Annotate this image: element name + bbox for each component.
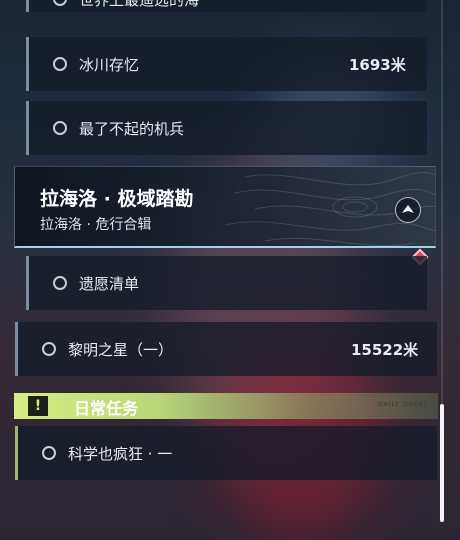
quest-status-circle-icon: [53, 121, 67, 135]
section-tag: DAILY QUEST: [378, 401, 428, 408]
quest-distance: 15522米: [351, 341, 419, 359]
quest-name: 黎明之星（一）: [68, 340, 174, 359]
quest-item[interactable]: 最了不起的机兵: [26, 101, 427, 155]
quest-status-circle-icon: [42, 446, 56, 460]
quest-item[interactable]: 世界上最遥远的海: [26, 0, 427, 12]
quest-distance: 1693米: [349, 56, 406, 74]
active-quest-card[interactable]: 拉海洛 · 极域踏勘 拉海洛 · 危行合辑: [14, 166, 436, 248]
section-label: 日常任务: [74, 399, 139, 418]
quest-item[interactable]: 遗愿清单: [26, 256, 427, 310]
quest-item[interactable]: 科学也疯狂 · 一: [15, 426, 437, 480]
quest-status-circle-icon: [53, 276, 67, 290]
quest-status-circle-icon: [42, 342, 56, 356]
quest-name: 世界上最遥远的海: [79, 0, 199, 10]
active-quest-title: 拉海洛 · 极域踏勘: [40, 188, 194, 210]
quest-item[interactable]: 黎明之星（一） 15522米: [15, 322, 437, 376]
scrollbar-thumb[interactable]: [440, 404, 444, 522]
quest-item[interactable]: 冰川存忆 1693米: [26, 37, 427, 91]
quest-name: 遗愿清单: [79, 274, 140, 293]
exclamation-icon: !: [28, 396, 48, 416]
daily-quest-section-header[interactable]: ! 日常任务 DAILY QUEST: [14, 393, 438, 419]
active-quest-subtitle: 拉海洛 · 危行合辑: [40, 217, 152, 233]
quest-name: 冰川存忆: [79, 55, 140, 74]
quest-name: 最了不起的机兵: [79, 119, 185, 138]
quest-status-circle-icon: [53, 0, 67, 6]
quest-status-circle-icon: [53, 57, 67, 71]
navigate-arrow-icon[interactable]: [395, 197, 421, 223]
quest-name: 科学也疯狂 · 一: [68, 444, 173, 463]
